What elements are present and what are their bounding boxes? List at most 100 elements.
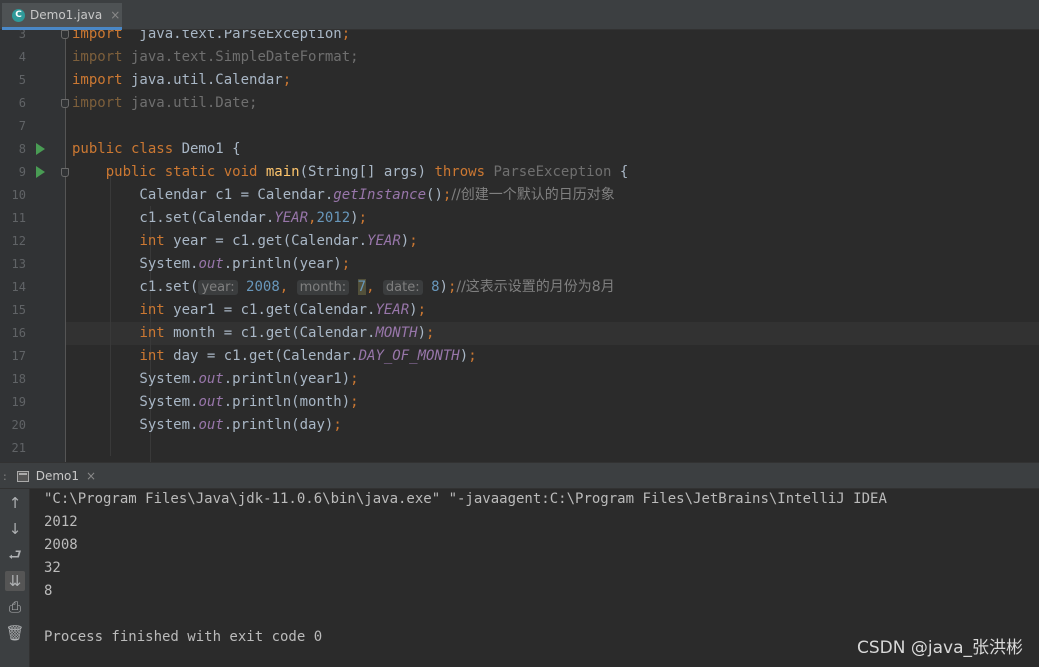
code-token: {: [619, 164, 629, 180]
code-token: ;: [409, 233, 418, 249]
code-token: out: [198, 256, 224, 272]
code-line: c1.set(year: 2008, month: 7, date: 8);//…: [72, 276, 615, 299]
code-token: ;: [426, 325, 435, 341]
watermark: CSDN @java_张洪彬: [857, 638, 1023, 658]
code-token: java.text.SimpleDateFormat;: [122, 49, 359, 65]
console-line: Process finished with exit code 0: [44, 629, 323, 645]
code-token: ,: [366, 279, 383, 295]
fold-start-icon[interactable]: [61, 30, 69, 39]
code-token: System.: [72, 417, 199, 433]
code-line: import java.util.Calendar;: [72, 69, 291, 92]
code-token: .println(year1): [223, 371, 351, 387]
code-token: year = c1.get(Calendar.: [173, 233, 368, 249]
print-icon[interactable]: ⎙: [5, 597, 25, 617]
code-line: System.out.println(month);: [72, 391, 359, 414]
code-token: System.: [72, 371, 199, 387]
code-token: ;: [341, 30, 351, 42]
fold-end-icon[interactable]: [61, 99, 69, 108]
code-token: .println(day): [223, 417, 334, 433]
code-token: main: [265, 164, 300, 180]
line-number: 9: [18, 165, 26, 179]
line-number: 17: [11, 349, 26, 363]
editor-tab-demo1[interactable]: C Demo1.java ×: [2, 3, 122, 30]
editor-gutter: 3 4 5 6 7 8 9 10 11 12 13 14 15 16 17 18 19 20 21: [0, 30, 69, 462]
code-token: ;: [350, 371, 359, 387]
arrow-up-icon[interactable]: ↑: [5, 493, 25, 513]
run-tab-demo1[interactable]: : Demo1 ×: [0, 463, 96, 489]
code-token: ;: [468, 348, 477, 364]
line-number: 5: [18, 73, 26, 87]
code-line: c1.set(Calendar.YEAR,2012);: [72, 207, 367, 230]
code-token: 7: [357, 279, 367, 295]
code-token: MONTH: [375, 325, 418, 341]
code-token: YEAR: [375, 302, 410, 318]
code-token: ;: [350, 394, 359, 410]
line-number: 11: [11, 211, 26, 225]
code-token: Calendar c1 = Calendar.: [72, 187, 334, 203]
line-number: 14: [11, 280, 26, 294]
code-line: int year = c1.get(Calendar.YEAR);: [72, 230, 418, 253]
run-label-icon: :: [3, 469, 7, 483]
code-token: 2008: [246, 279, 280, 295]
code-token: public class: [72, 141, 182, 157]
code-token: 2012: [316, 210, 351, 226]
code-token: import: [72, 95, 123, 111]
close-icon[interactable]: ×: [110, 8, 120, 22]
editor-tab-bar: C Demo1.java ×: [0, 0, 1039, 30]
code-line: System.out.println(year);: [72, 253, 350, 276]
line-number: 4: [18, 50, 26, 64]
code-token: //这表示设置的月份为8月: [456, 279, 615, 295]
line-number: 20: [11, 418, 26, 432]
code-token: import: [72, 30, 123, 42]
code-token: month = c1.get(Calendar.: [173, 325, 376, 341]
soft-wrap-icon[interactable]: ⮐: [5, 545, 25, 565]
line-number: 19: [11, 395, 26, 409]
code-token: int: [139, 302, 174, 318]
code-token: int: [139, 325, 174, 341]
run-gutter-icon[interactable]: [36, 166, 45, 178]
code-line: Calendar c1 = Calendar.getInstance();//创…: [72, 184, 614, 207]
parameter-hint: date:: [382, 280, 423, 295]
line-number: 18: [11, 372, 26, 386]
code-token: import: [72, 72, 123, 88]
code-line: import java.util.Date;: [72, 92, 257, 115]
code-line: import java.text.ParseException;: [72, 30, 350, 46]
code-token: ): [409, 302, 418, 318]
code-line: System.out.println(day);: [72, 414, 341, 437]
line-number: 16: [11, 326, 26, 340]
run-gutter-icon[interactable]: [36, 143, 45, 155]
code-token: 8: [431, 279, 440, 295]
run-tool-window-header: : Demo1 ×: [0, 462, 1039, 489]
code-token: (): [426, 187, 443, 203]
code-token: ): [400, 233, 410, 249]
parameter-hint: month:: [296, 280, 350, 295]
code-token: ;: [417, 302, 427, 318]
code-line: int day = c1.get(Calendar.DAY_OF_MONTH);: [72, 345, 477, 368]
run-tab-label: Demo1: [35, 469, 80, 483]
code-token: out: [198, 417, 224, 433]
close-icon[interactable]: ×: [86, 469, 96, 483]
code-token: getInstance: [333, 187, 427, 203]
code-editor[interactable]: 3 4 5 6 7 8 9 10 11 12 13 14 15 16 17 18 19 20 21 import j…: [0, 30, 1039, 462]
line-number: 3: [18, 30, 26, 41]
arrow-down-icon[interactable]: ↓: [5, 519, 25, 539]
line-number: 12: [11, 234, 26, 248]
code-token: year1 = c1.get(Calendar.: [173, 302, 376, 318]
console-icon: [16, 470, 29, 482]
line-number: 8: [18, 142, 26, 156]
code-line: import java.text.SimpleDateFormat;: [72, 46, 359, 69]
fold-start-icon[interactable]: [61, 168, 69, 177]
code-token: int: [139, 233, 174, 249]
code-token: YEAR: [274, 210, 309, 226]
run-toolbar: ↑ ↓ ⮐ ⇊ ⎙ 🗑: [0, 489, 30, 667]
code-token: day = c1.get(Calendar.: [173, 348, 359, 364]
trash-icon[interactable]: 🗑: [5, 623, 25, 643]
console-line: 2012: [44, 514, 78, 530]
code-token: ;: [358, 210, 368, 226]
scroll-to-end-icon[interactable]: ⇊: [5, 571, 25, 591]
code-token: System.: [72, 256, 199, 272]
code-token: Demo1 {: [181, 141, 241, 157]
